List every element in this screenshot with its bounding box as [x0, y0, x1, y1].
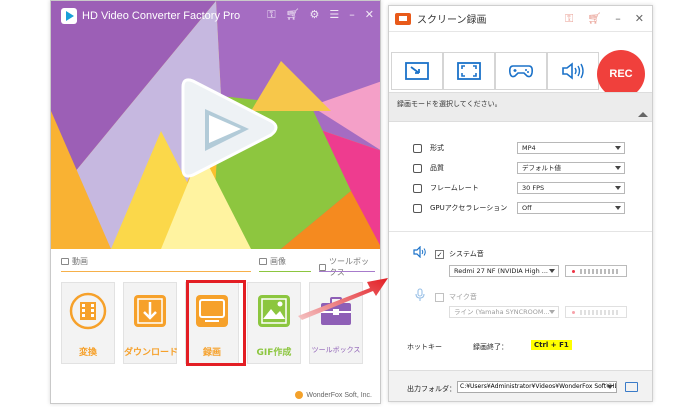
hotkey-label: ホットキー: [407, 343, 442, 351]
audio-only-mode-button[interactable]: [547, 52, 599, 90]
cart-icon[interactable]: 🛒︎: [286, 8, 300, 22]
mic-audio-checkbox[interactable]: [435, 292, 444, 302]
speaker-icon: [562, 62, 584, 80]
gpu-icon: [413, 203, 422, 213]
screen-recorder-window: スクリーン録画 ⚿ 🛒︎ – ✕ REC 録画モードを選択してください。 形式 …: [388, 5, 653, 402]
toolbox-section-icon: [319, 263, 327, 271]
arrow-pointer-icon: [298, 278, 388, 320]
window-title: スクリーン録画: [417, 15, 487, 26]
format-select[interactable]: MP4: [517, 142, 625, 154]
download-label: ダウンロード: [124, 348, 179, 358]
title-bar: スクリーン録画 ⚿ 🛒︎ – ✕: [389, 6, 652, 32]
convert-tile[interactable]: 変換: [61, 282, 115, 364]
convert-label: 変換: [78, 348, 97, 358]
format-icon: [413, 143, 422, 153]
section-divider: [61, 271, 251, 272]
framerate-label: フレームレート: [430, 184, 479, 192]
gamepad-icon: [509, 65, 533, 78]
region-select-icon: [405, 62, 429, 80]
gif-maker-label: GIF作成: [256, 348, 292, 358]
quality-row: 品質: [413, 161, 444, 175]
section-image: 画像: [259, 256, 286, 270]
image-section-icon: [259, 258, 267, 265]
system-audio-speaker-icon: [413, 246, 426, 258]
folder-icon[interactable]: [625, 382, 638, 392]
gpu-row: GPUアクセラレーション: [413, 201, 507, 215]
system-audio-label: システム音: [449, 250, 484, 258]
fullscreen-mode-button[interactable]: [443, 52, 495, 90]
window-title: HD Video Converter Factory Pro: [82, 10, 241, 22]
collapse-toggle-icon[interactable]: [638, 112, 648, 117]
close-button[interactable]: ✕: [635, 12, 644, 26]
minimize-button[interactable]: –: [349, 8, 355, 22]
recorder-logo-icon: [395, 12, 411, 25]
format-row: 形式: [413, 141, 444, 155]
framerate-row: フレームレート: [413, 181, 479, 195]
close-button[interactable]: ✕: [365, 8, 374, 22]
microphone-icon: [415, 288, 425, 301]
record-highlight-box: [186, 280, 246, 366]
mic-volume[interactable]: [565, 306, 627, 318]
mic-device-select[interactable]: ライン (Yamaha SYNCROOM...: [449, 306, 559, 318]
mode-hint-text: 録画モードを選択してください。: [397, 100, 502, 108]
gif-image-icon: [258, 295, 290, 327]
gif-maker-tile[interactable]: GIF作成: [247, 282, 301, 364]
quality-label: 品質: [430, 164, 444, 172]
output-folder-row: 出力フォルダ： C:¥Users¥Administrator¥Videos¥Wo…: [389, 370, 652, 401]
system-audio-volume[interactable]: [565, 265, 627, 277]
fullscreen-icon: [457, 62, 481, 80]
framerate-select[interactable]: 30 FPS: [517, 182, 625, 194]
settings-icon[interactable]: ⚙: [310, 8, 320, 22]
minimize-button[interactable]: –: [615, 12, 621, 26]
download-icon: [134, 295, 166, 327]
stop-record-label: 録画終了：: [473, 343, 508, 351]
wonderfox-logo-icon: [295, 391, 304, 399]
menu-icon[interactable]: ☰: [329, 8, 339, 22]
video-section-icon: [61, 258, 69, 265]
system-audio-checkbox[interactable]: ✓: [435, 249, 444, 259]
section-video: 動画: [61, 256, 88, 270]
section-image-label: 画像: [270, 257, 286, 266]
app-logo-icon: [61, 8, 77, 24]
mic-audio-row: マイク音: [435, 292, 477, 302]
mode-hint-bar: 録画モードを選択してください。: [389, 92, 652, 122]
quality-select[interactable]: デフォルト値: [517, 162, 625, 174]
gpu-select[interactable]: Off: [517, 202, 625, 214]
company-footer: WonderFox Soft, Inc.: [295, 391, 372, 399]
system-audio-row: ✓ システム音: [435, 249, 484, 259]
stop-record-hotkey[interactable]: Ctrl + F1: [531, 340, 572, 350]
key-icon[interactable]: ⚿: [565, 12, 573, 26]
key-icon[interactable]: ⚿: [267, 8, 275, 22]
output-folder-label: 出力フォルダ：: [407, 385, 456, 393]
game-mode-button[interactable]: [495, 52, 547, 90]
company-name: WonderFox Soft, Inc.: [306, 391, 372, 399]
custom-region-mode-button[interactable]: [391, 52, 443, 90]
section-video-label: 動画: [72, 257, 88, 266]
output-path-select[interactable]: C:¥Users¥Administrator¥Videos¥WonderFox …: [457, 381, 617, 393]
mic-audio-label: マイク音: [449, 293, 477, 301]
film-convert-icon: [69, 292, 107, 330]
quality-icon: [413, 163, 422, 173]
section-divider: [389, 231, 652, 232]
framerate-icon: [413, 183, 422, 193]
download-tile[interactable]: ダウンロード: [123, 282, 179, 364]
title-bar: HD Video Converter Factory Pro ⚿ 🛒︎ ⚙ ☰ …: [51, 1, 380, 31]
format-label: 形式: [430, 144, 444, 152]
rec-button[interactable]: REC: [597, 50, 645, 98]
play-logo-icon: [181, 78, 278, 178]
toolbox-label: ツールボックス: [311, 346, 361, 354]
gpu-label: GPUアクセラレーション: [430, 204, 508, 212]
cart-icon[interactable]: 🛒︎: [587, 12, 601, 26]
system-audio-device-select[interactable]: Redmi 27 NF (NVIDIA High ...: [449, 265, 559, 277]
